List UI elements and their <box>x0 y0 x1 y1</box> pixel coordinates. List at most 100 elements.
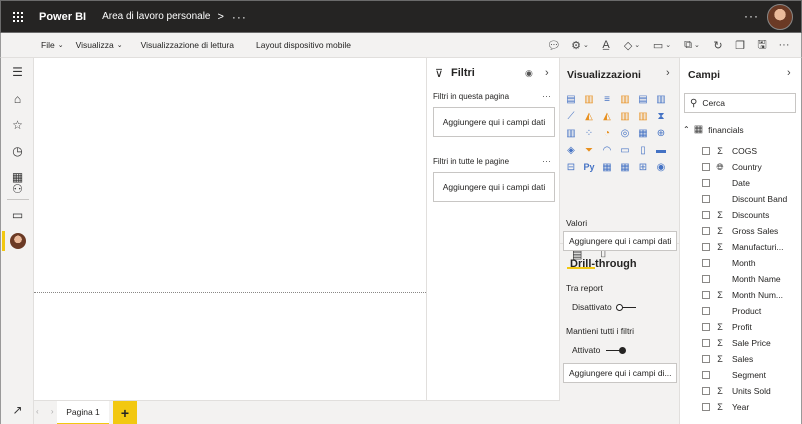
field-item[interactable]: Σ Units Sold <box>702 383 771 399</box>
field-checkbox[interactable] <box>702 387 710 395</box>
treemap-icon[interactable]: ▦ <box>636 126 650 140</box>
ribbon-icon[interactable]: ⧗ <box>654 109 668 123</box>
field-item[interactable]: Σ Sale Price <box>702 335 771 351</box>
field-item[interactable]: Product <box>702 303 761 319</box>
keep-filters-toggle[interactable]: Attivato <box>572 345 627 355</box>
shared-icon[interactable]: ⚇ <box>1 178 34 200</box>
buttons-icon[interactable]: ▭ ⌄ <box>647 35 677 55</box>
chevron-up-icon[interactable]: ⌃ <box>683 125 690 134</box>
workspaces-icon[interactable]: ▭ <box>1 204 34 226</box>
visual-interactions-icon[interactable]: ⚙︎ ⌄ <box>565 35 595 55</box>
field-item[interactable]: Σ Manufacturi... <box>702 239 784 255</box>
filters-all-more-icon[interactable]: ··· <box>542 156 551 166</box>
card-icon[interactable]: ▭ <box>618 143 632 157</box>
stacked-bar-icon[interactable]: ▤ <box>564 92 578 106</box>
clustered-column-icon[interactable]: ▥ <box>618 92 632 106</box>
field-item[interactable]: Σ Year <box>702 399 749 415</box>
multirow-card-icon[interactable]: ▯ <box>636 143 650 157</box>
r-visual-icon[interactable]: ⊞ <box>636 160 650 174</box>
scatter-icon[interactable]: ⁘ <box>582 126 596 140</box>
values-dropzone[interactable]: Aggiungere qui i campi dati <box>563 231 677 251</box>
slicer-icon[interactable]: ⊟ <box>564 160 578 174</box>
eye-icon[interactable]: ◉ <box>525 68 533 79</box>
refresh-icon[interactable]: ↻ <box>707 35 729 55</box>
field-checkbox[interactable] <box>702 179 710 187</box>
line-column-icon[interactable]: ▥ <box>618 109 632 123</box>
collapse-visualizations-icon[interactable]: › <box>666 67 670 79</box>
field-item[interactable]: Σ Gross Sales <box>702 223 778 239</box>
account-avatar[interactable] <box>767 4 793 30</box>
field-checkbox[interactable] <box>702 195 710 203</box>
field-item[interactable]: Segment <box>702 367 766 383</box>
field-checkbox[interactable] <box>702 211 710 219</box>
stacked-area-icon[interactable]: ◭ <box>600 109 614 123</box>
field-item[interactable]: Σ Sales <box>702 351 753 367</box>
field-checkbox[interactable] <box>702 323 710 331</box>
field-item[interactable]: Σ Discounts <box>702 207 769 223</box>
field-checkbox[interactable] <box>702 147 710 155</box>
collapse-filters-icon[interactable]: › <box>545 67 549 79</box>
area-chart-icon[interactable]: ◭ <box>582 109 596 123</box>
field-checkbox[interactable] <box>702 275 710 283</box>
funnel-icon[interactable]: ⏷ <box>582 143 596 157</box>
menu-layout-dispositivo-mobile[interactable]: Layout dispositivo mobile <box>250 40 357 50</box>
field-item[interactable]: Date <box>702 175 750 191</box>
table-icon[interactable]: ▦ <box>600 160 614 174</box>
filters-page-dropzone[interactable]: Aggiungere qui i campi dati <box>433 107 555 137</box>
more-icon[interactable]: ··· <box>773 35 795 55</box>
page-nav-arrows[interactable]: ‹ › <box>36 407 59 416</box>
field-checkbox[interactable] <box>702 227 710 235</box>
pie-icon[interactable]: ◔ <box>600 126 614 140</box>
gauge-icon[interactable]: ◠ <box>600 143 614 157</box>
field-checkbox[interactable] <box>702 307 710 315</box>
field-item[interactable]: 🌐︎ Country <box>702 159 762 175</box>
clustered-bar-icon[interactable]: ≡ <box>600 92 614 106</box>
field-checkbox[interactable] <box>702 243 710 251</box>
filled-map-icon[interactable]: ◈ <box>564 143 578 157</box>
matrix-icon[interactable]: ▦ <box>618 160 632 174</box>
100-bar-icon[interactable]: ▤ <box>636 92 650 106</box>
line-clustered-icon[interactable]: ▥ <box>636 109 650 123</box>
field-checkbox[interactable] <box>702 259 710 267</box>
field-item[interactable]: Σ Profit <box>702 319 752 335</box>
filters-all-dropzone[interactable]: Aggiungere qui i campi dati <box>433 172 555 202</box>
waterfall-icon[interactable]: ▥ <box>564 126 578 140</box>
save-icon[interactable]: 🖫︎ <box>751 35 773 55</box>
chevron-right-icon[interactable]: > <box>217 11 223 23</box>
field-item[interactable]: Σ COGS <box>702 143 757 159</box>
paginated-icon[interactable]: ⧉ ⌄ <box>677 35 707 55</box>
favorites-icon[interactable]: ☆ <box>1 114 34 136</box>
comment-icon[interactable]: 💬︎ <box>543 35 565 55</box>
recent-icon[interactable]: ◷ <box>1 140 34 162</box>
field-item[interactable]: Month <box>702 255 756 271</box>
add-page-button[interactable]: + <box>113 401 137 424</box>
menu-visualizzazione-di-lettura[interactable]: Visualizzazione di lettura <box>135 40 240 50</box>
field-checkbox[interactable] <box>702 291 710 299</box>
menu-icon[interactable]: ☰ <box>1 61 34 83</box>
my-workspace-avatar[interactable] <box>10 233 26 249</box>
menu-file[interactable]: File ⌄ <box>35 40 70 50</box>
collapse-fields-icon[interactable]: › <box>787 67 791 79</box>
filters-page-more-icon[interactable]: ··· <box>542 91 551 101</box>
python-visual-icon[interactable]: Py <box>582 160 596 174</box>
drillthrough-dropzone[interactable]: Aggiungere qui i campi di... <box>563 363 677 383</box>
workspace-more-icon[interactable]: ··· <box>232 10 247 24</box>
fields-search-input[interactable]: ⚲ Cerca <box>684 93 796 113</box>
field-checkbox[interactable] <box>702 371 710 379</box>
field-checkbox[interactable] <box>702 339 710 347</box>
textbox-icon[interactable]: A̲ <box>595 35 617 55</box>
duplicate-icon[interactable]: ❐ <box>729 35 751 55</box>
field-checkbox[interactable] <box>702 355 710 363</box>
report-canvas[interactable] <box>34 58 426 400</box>
menu-visualizza[interactable]: Visualizza ⌄ <box>70 40 129 50</box>
home-icon[interactable]: ⌂ <box>1 88 34 110</box>
app-launcher-icon[interactable] <box>1 0 35 33</box>
table-node[interactable]: ⌃ ▦ financials <box>683 124 744 135</box>
more-options-icon[interactable]: ··· <box>744 9 759 23</box>
field-checkbox[interactable] <box>702 403 710 411</box>
workspace-breadcrumb[interactable]: Area di lavoro personale <box>102 11 210 22</box>
shapes-icon[interactable]: ◇ ⌄ <box>617 35 647 55</box>
line-chart-icon[interactable]: ⟋ <box>564 109 578 123</box>
field-item[interactable]: Discount Band <box>702 191 787 207</box>
kpi-icon[interactable]: ▬ <box>654 143 668 157</box>
